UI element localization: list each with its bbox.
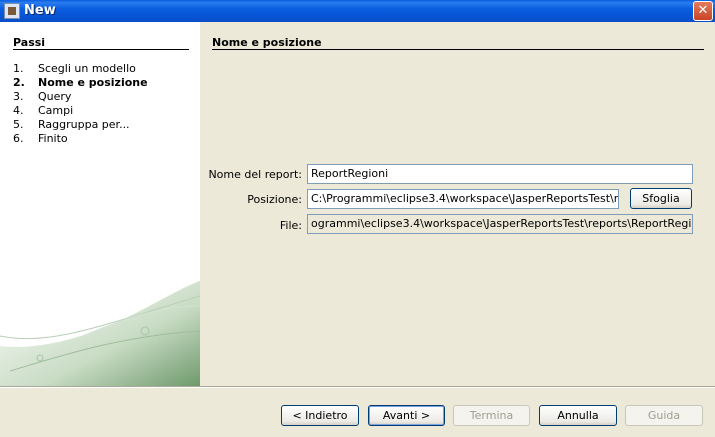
section-title: Nome e posizione [212,36,322,49]
title-bar[interactable]: New ✕ [0,0,715,22]
file-path-field: ogrammi\eclipse3.4\workspace\JasperRepor… [307,214,693,234]
step-item: 5. Raggruppa per... [13,118,130,131]
steps-divider [13,49,189,50]
report-name-label: Nome del report: [208,168,302,181]
step-label: Finito [38,132,68,145]
help-button[interactable]: Guida [625,405,703,426]
step-item: 1. Scegli un modello [13,62,136,75]
cancel-button[interactable]: Annulla [539,405,617,426]
finish-button[interactable]: Termina [453,405,530,426]
back-button[interactable]: < Indietro [281,405,359,426]
step-item: 6. Finito [13,132,68,145]
steps-list: 1. Scegli un modello 2. Nome e posizione 3… [13,62,148,146]
step-label: Nome e posizione [38,76,148,89]
step-item: 4. Campi [13,104,74,117]
button-bar-separator [0,386,715,388]
steps-panel: Passi 1. Scegli un modello 2. Nome e posiz… [0,22,200,386]
file-label: File: [279,219,302,232]
dialog-client: Passi 1. Scegli un modello 2. Nome e posiz… [0,22,715,437]
report-app-icon [4,3,20,19]
browse-button[interactable]: Sfoglia [630,188,692,209]
section-divider [212,49,704,50]
report-name-input[interactable]: ReportRegioni [307,164,693,184]
close-button[interactable]: ✕ [693,1,713,21]
form-panel: Nome e posizione Nome del report: Report… [200,22,715,386]
step-label: Campi [38,104,74,117]
step-item-current: 2. Nome e posizione [13,76,148,89]
location-label: Posizione: [247,193,302,206]
step-label: Query [38,90,72,103]
next-button[interactable]: Avanti > [368,405,445,426]
steps-title: Passi [13,36,46,49]
window-title: New [24,3,56,18]
step-label: Raggruppa per... [38,118,130,131]
location-input[interactable]: C:\Programmi\eclipse3.4\workspace\Jasper… [307,189,619,209]
step-item: 3. Query [13,90,72,103]
step-label: Scegli un modello [38,62,136,75]
decorative-swirl-graphic [0,281,200,386]
